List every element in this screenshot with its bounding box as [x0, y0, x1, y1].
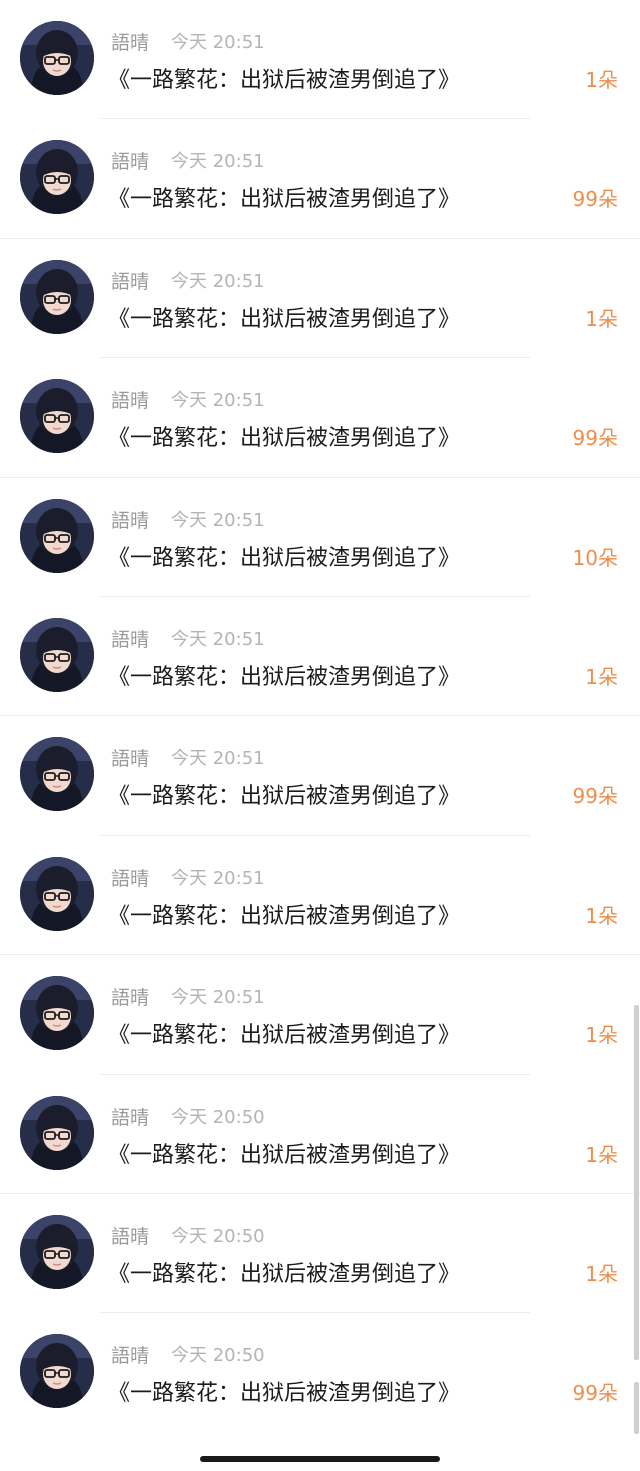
avatar[interactable]	[20, 856, 94, 931]
avatar-image	[20, 259, 94, 334]
list-item[interactable]: 語晴 今天 20:51 《一路繁花：出狱后被渣男倒追了》 1朵	[0, 239, 640, 359]
flower-count: 1朵	[585, 1023, 618, 1048]
flower-count: 1朵	[585, 1142, 618, 1167]
timestamp: 今天 20:51	[171, 987, 265, 1009]
avatar[interactable]	[20, 498, 94, 573]
book-title: 《一路繁花：出狱后被渣男倒追了》	[108, 187, 461, 213]
avatar-image	[20, 21, 94, 95]
sender-name: 語晴	[111, 270, 150, 293]
timestamp: 今天 20:51	[171, 32, 265, 53]
timestamp: 今天 20:51	[171, 748, 265, 770]
book-title: 《一路繁花：出狱后被渣男倒追了》	[108, 1261, 461, 1287]
sender-name: 語晴	[111, 628, 150, 651]
scrollbar-thumb[interactable]	[634, 1005, 639, 1360]
book-title: 《一路繁花：出狱后被渣男倒追了》	[108, 1142, 461, 1168]
list-item[interactable]: 語晴 今天 20:51 《一路繁花：出狱后被渣男倒追了》 1朵	[0, 955, 640, 1075]
list-item[interactable]: 語晴 今天 20:50 《一路繁花：出狱后被渣男倒追了》 1朵	[0, 1075, 640, 1194]
avatar-image	[20, 976, 94, 1051]
home-indicator[interactable]	[200, 1456, 440, 1462]
list-item[interactable]: 語晴 今天 20:51 《一路繁花：出狱后被渣男倒追了》 99朵	[0, 119, 640, 239]
avatar[interactable]	[20, 379, 94, 454]
sender-name: 語晴	[111, 151, 150, 174]
timestamp: 今天 20:51	[171, 390, 265, 412]
list-item[interactable]: 語晴 今天 20:51 《一路繁花：出狱后被渣男倒追了》 1朵	[0, 836, 640, 956]
avatar[interactable]	[20, 21, 94, 95]
avatar[interactable]	[20, 617, 94, 692]
gift-record-list: 語晴 今天 20:51 《一路繁花：出狱后被渣男倒追了》 1朵 語晴 今天 20…	[0, 0, 640, 1433]
flower-count: 10朵	[572, 545, 618, 570]
scrollbar-track-end	[634, 1382, 639, 1434]
list-item[interactable]: 語晴 今天 20:51 《一路繁花：出狱后被渣男倒追了》 99朵	[0, 358, 640, 478]
avatar[interactable]	[20, 259, 94, 334]
sender-name: 語晴	[111, 509, 150, 532]
flower-count: 1朵	[585, 306, 618, 331]
list-item[interactable]: 語晴 今天 20:51 《一路繁花：出狱后被渣男倒追了》 1朵	[0, 597, 640, 717]
book-title: 《一路繁花：出狱后被渣男倒追了》	[108, 664, 461, 690]
sender-name: 語晴	[111, 390, 150, 413]
avatar[interactable]	[20, 140, 94, 215]
list-item[interactable]: 語晴 今天 20:51 《一路繁花：出狱后被渣男倒追了》 1朵	[0, 0, 640, 120]
flower-count: 1朵	[585, 68, 618, 92]
flower-count: 99朵	[572, 1381, 618, 1406]
timestamp: 今天 20:50	[171, 1225, 265, 1247]
book-title: 《一路繁花：出狱后被渣男倒追了》	[108, 903, 461, 929]
list-item[interactable]: 語晴 今天 20:50 《一路繁花：出狱后被渣男倒追了》 1朵	[0, 1194, 640, 1314]
avatar[interactable]	[20, 737, 94, 812]
avatar[interactable]	[20, 1095, 94, 1170]
timestamp: 今天 20:51	[171, 270, 265, 292]
list-item[interactable]: 語晴 今天 20:51 《一路繁花：出狱后被渣男倒追了》 99朵	[0, 716, 640, 836]
sender-name: 語晴	[111, 867, 150, 890]
book-title: 《一路繁花：出狱后被渣男倒追了》	[108, 306, 461, 332]
book-title: 《一路繁花：出狱后被渣男倒追了》	[108, 545, 461, 571]
timestamp: 今天 20:51	[171, 509, 265, 531]
avatar-image	[20, 856, 94, 931]
timestamp: 今天 20:51	[171, 151, 265, 173]
avatar[interactable]	[20, 1214, 94, 1289]
sender-name: 語晴	[111, 987, 150, 1010]
list-item[interactable]: 語晴 今天 20:50 《一路繁花：出狱后被渣男倒追了》 99朵	[0, 1313, 640, 1432]
avatar-image	[20, 1214, 94, 1289]
avatar-image	[20, 737, 94, 812]
timestamp: 今天 20:50	[171, 1345, 265, 1367]
sender-name: 語晴	[111, 1106, 150, 1129]
avatar-image	[20, 1095, 94, 1170]
book-title: 《一路繁花：出狱后被渣男倒追了》	[108, 1023, 461, 1049]
avatar-image	[20, 617, 94, 692]
timestamp: 今天 20:51	[171, 628, 265, 650]
timestamp: 今天 20:51	[171, 867, 265, 889]
book-title: 《一路繁花：出狱后被渣男倒追了》	[108, 1381, 461, 1407]
avatar-image	[20, 140, 94, 215]
flower-count: 99朵	[572, 784, 618, 809]
flower-count: 99朵	[572, 426, 618, 451]
avatar-image	[20, 379, 94, 454]
avatar[interactable]	[20, 976, 94, 1051]
sender-name: 語晴	[111, 1345, 150, 1368]
book-title: 《一路繁花：出狱后被渣男倒追了》	[108, 68, 461, 93]
list-item[interactable]: 語晴 今天 20:51 《一路繁花：出狱后被渣男倒追了》 10朵	[0, 478, 640, 597]
flower-count: 1朵	[585, 664, 618, 689]
book-title: 《一路繁花：出狱后被渣男倒追了》	[108, 784, 461, 810]
sender-name: 語晴	[111, 32, 150, 54]
flower-count: 1朵	[585, 1261, 618, 1286]
avatar-image	[20, 1334, 94, 1409]
flower-count: 99朵	[572, 187, 618, 212]
sender-name: 語晴	[111, 1225, 150, 1248]
sender-name: 語晴	[111, 748, 150, 771]
book-title: 《一路繁花：出狱后被渣男倒追了》	[108, 426, 461, 452]
avatar[interactable]	[20, 1334, 94, 1409]
avatar-image	[20, 498, 94, 573]
flower-count: 1朵	[585, 903, 618, 928]
timestamp: 今天 20:50	[171, 1106, 265, 1128]
